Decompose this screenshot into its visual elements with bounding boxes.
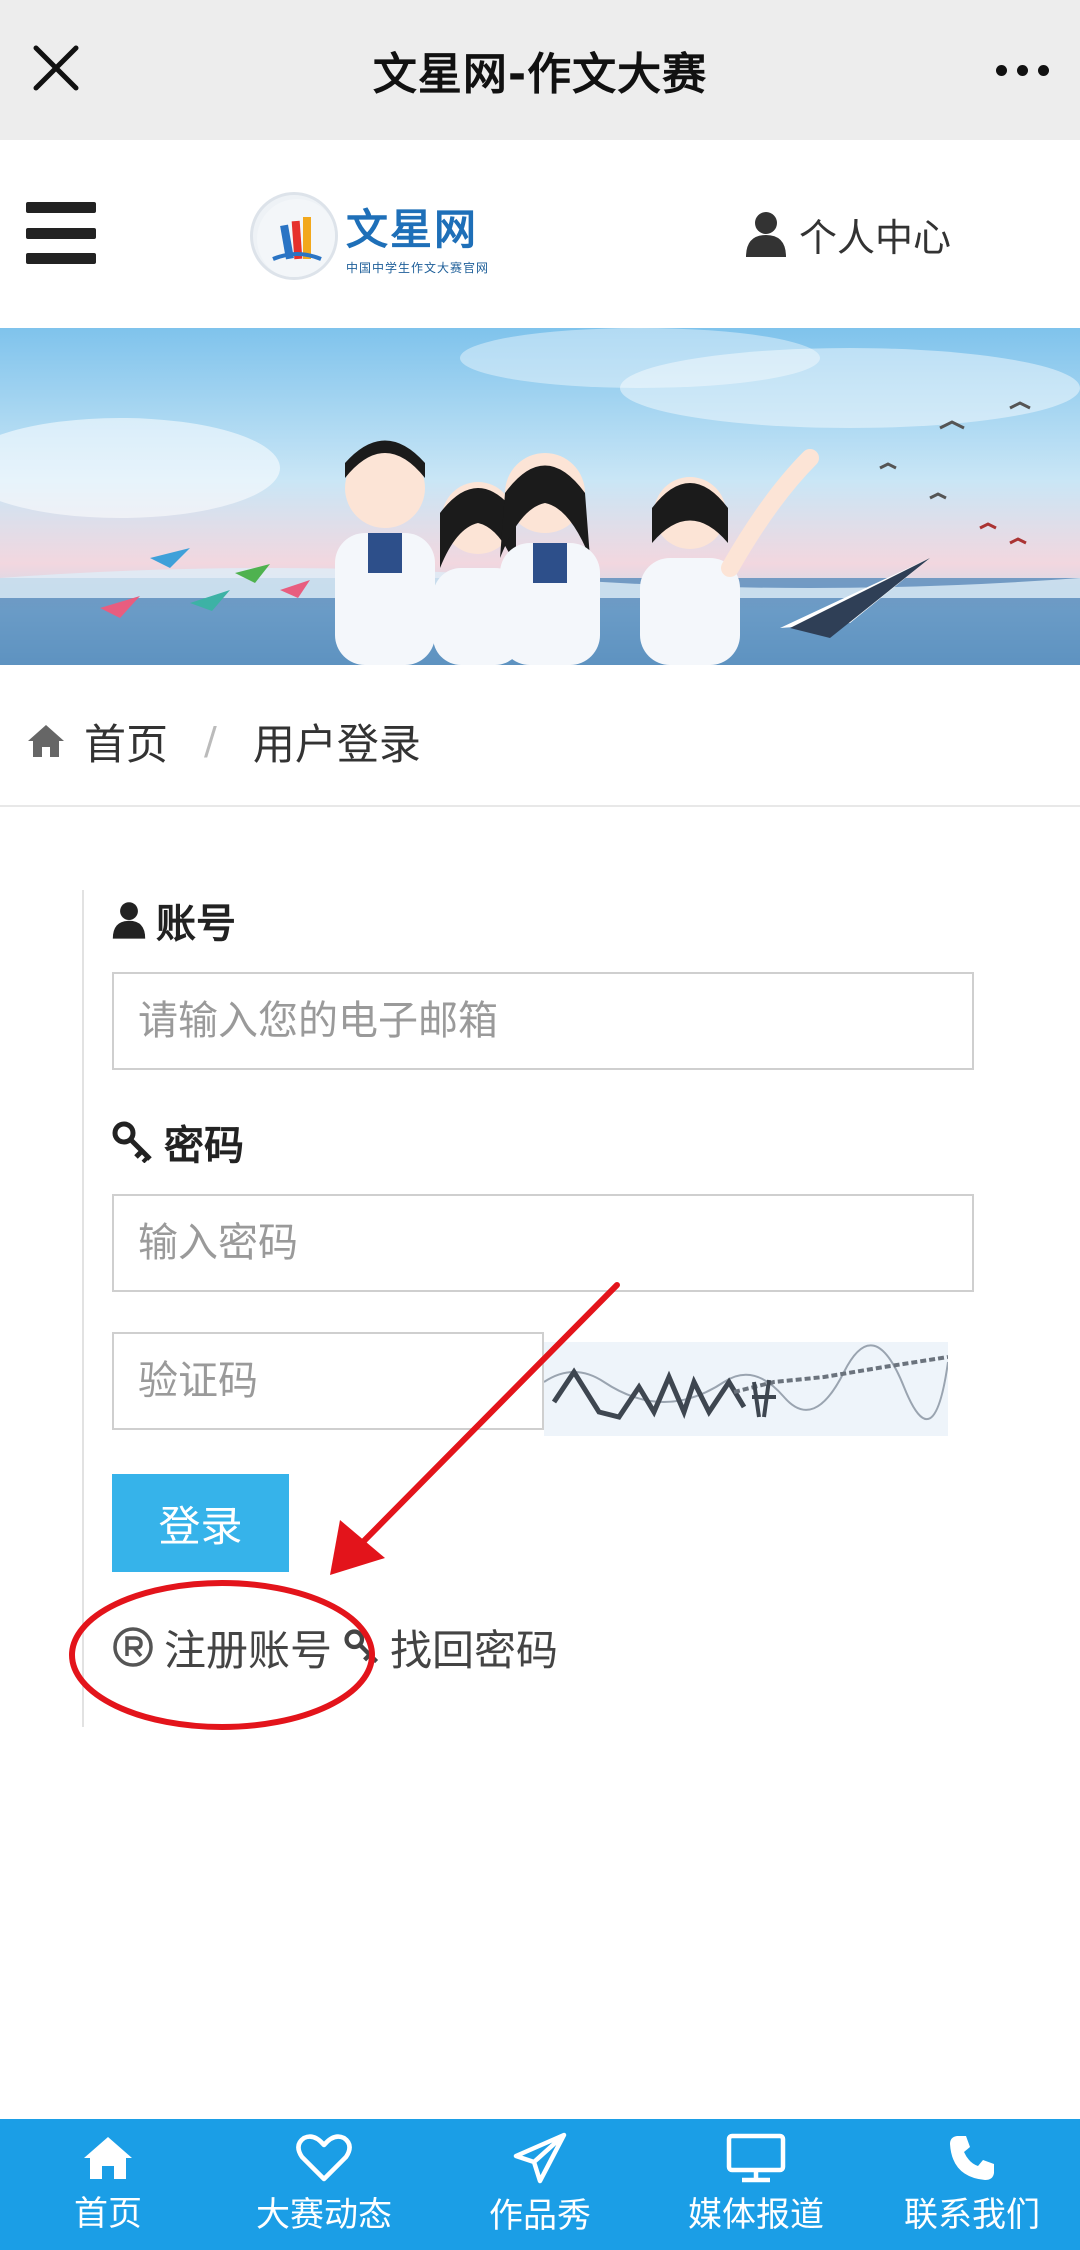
register-link-text: 注册账号	[164, 1625, 333, 1675]
user-icon	[112, 902, 146, 939]
more-options-icon[interactable]	[994, 52, 1050, 88]
captcha-image[interactable]	[543, 1342, 949, 1436]
top-bar: 文星网-作文大赛	[0, 0, 1080, 140]
user-center-link[interactable]: 个人中心	[745, 202, 951, 266]
site-logo[interactable]: 文星网 中国中学生作文大赛官网	[250, 188, 490, 283]
heart-icon	[296, 2134, 352, 2182]
close-icon[interactable]	[28, 40, 84, 96]
account-label: 账号	[112, 890, 236, 950]
recover-link-text: 找回密码	[390, 1625, 559, 1675]
password-field[interactable]	[112, 1194, 974, 1292]
nav-label: 大赛动态	[256, 2195, 392, 2235]
logo-name: 文星网	[346, 204, 479, 254]
paper-plane-icon	[513, 2132, 567, 2184]
email-field[interactable]	[112, 972, 974, 1070]
site-header: 文星网 中国中学生作文大赛官网 个人中心	[0, 140, 1080, 328]
nav-item-home[interactable]: 首页	[0, 2119, 216, 2250]
nav-item-media[interactable]: 媒体报道	[648, 2119, 864, 2250]
page: 文星网-作文大赛 文星网 中国中学生作文大赛官网 个人中心 首页 / 用户登录 …	[0, 0, 1080, 2250]
recover-password-link[interactable]: 找回密码	[344, 1617, 558, 1678]
nav-item-works[interactable]: 作品秀	[432, 2119, 648, 2250]
nav-label: 联系我们	[904, 2195, 1040, 2235]
nav-label: 首页	[74, 2194, 142, 2234]
login-form: 账号 密码 登录	[82, 890, 982, 1727]
nav-label: 作品秀	[489, 2196, 591, 2236]
breadcrumb-separator: /	[204, 719, 217, 763]
login-button[interactable]: 登录	[112, 1474, 289, 1572]
nav-item-contact[interactable]: 联系我们	[864, 2119, 1080, 2250]
phone-icon	[950, 2136, 994, 2180]
nav-item-contest-news[interactable]: 大赛动态	[216, 2119, 432, 2250]
window-title: 文星网-作文大赛	[372, 49, 708, 100]
banner-image	[0, 328, 1080, 665]
account-links: 注册账号 找回密码	[112, 1612, 558, 1682]
hamburger-menu-icon[interactable]	[26, 202, 96, 264]
breadcrumb-current: 用户登录	[252, 719, 421, 769]
logo-subtitle: 中国中学生作文大赛官网	[346, 260, 490, 275]
password-label-text: 密码	[164, 1123, 244, 1169]
user-center-label: 个人中心	[799, 215, 952, 260]
nav-label: 媒体报道	[688, 2195, 824, 2235]
registered-icon	[113, 1627, 153, 1667]
key-icon	[112, 1121, 152, 1163]
register-link[interactable]: 注册账号	[112, 1617, 332, 1678]
divider	[0, 805, 1080, 807]
account-label-text: 账号	[156, 901, 236, 947]
user-icon	[746, 212, 786, 257]
home-icon	[84, 2137, 132, 2179]
logo-emblem-icon	[250, 191, 338, 280]
password-label: 密码	[112, 1112, 244, 1172]
bottom-nav: 首页 大赛动态 作品秀 媒体报道 联系我们	[0, 2119, 1080, 2250]
key-icon	[344, 1629, 379, 1664]
breadcrumb: 首页 / 用户登录	[26, 706, 421, 776]
monitor-icon	[726, 2133, 786, 2183]
breadcrumb-home-link[interactable]: 首页	[84, 711, 168, 772]
captcha-field[interactable]	[112, 1332, 544, 1430]
home-icon	[28, 725, 64, 757]
